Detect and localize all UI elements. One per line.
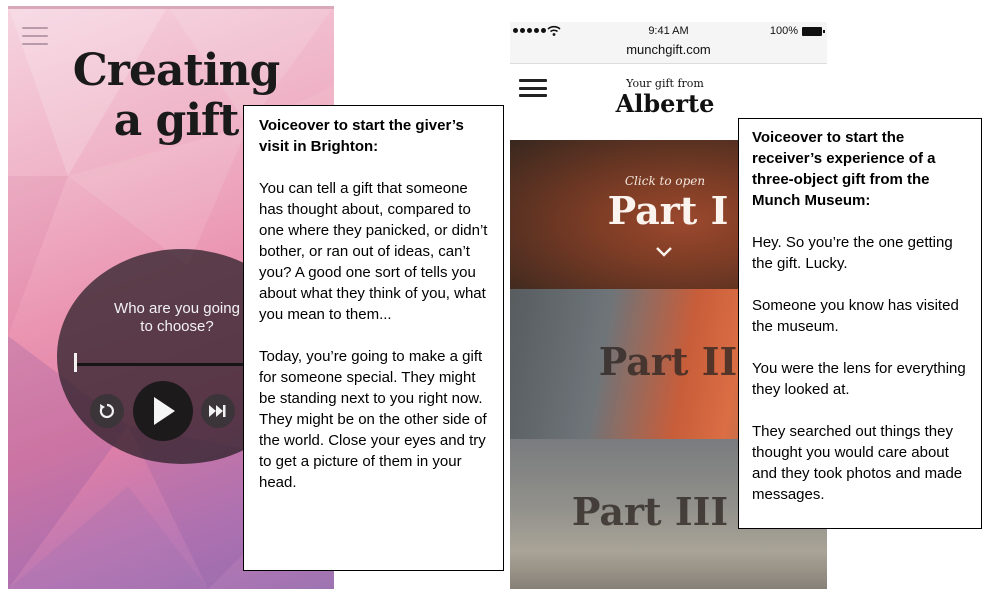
callout-paragraph: Someone you know has visited the museum. <box>752 297 959 335</box>
progress-track[interactable] <box>76 363 266 366</box>
chevron-down-icon[interactable] <box>655 246 673 258</box>
replay-button[interactable] <box>90 394 124 428</box>
callout-paragraph: You were the lens for everything they lo… <box>752 360 966 398</box>
callout-paragraph: Today, you’re going to make a gift for s… <box>259 348 487 491</box>
progress-scrubber[interactable] <box>74 353 77 372</box>
giver-voiceover-callout: Voiceover to start the giver’s visit in … <box>243 105 504 571</box>
callout-paragraph: You can tell a gift that someone has tho… <box>259 180 488 323</box>
callout-heading: Voiceover to start the receiver’s experi… <box>752 129 936 209</box>
click-to-open-hint: Click to open <box>624 174 706 188</box>
play-icon <box>154 397 175 425</box>
play-button[interactable] <box>133 381 193 441</box>
url-bar[interactable]: munchgift.com <box>510 42 827 64</box>
battery-icon <box>802 26 825 36</box>
callout-paragraph: They searched out things they thought yo… <box>752 423 963 503</box>
title-line-1: Creating <box>72 45 281 96</box>
giver-name: Alberte <box>615 89 715 118</box>
battery-percent: 100% <box>769 25 798 37</box>
hamburger-menu-icon[interactable] <box>519 79 547 97</box>
skip-forward-button[interactable] <box>201 394 235 428</box>
status-bar: 9:41 AM 100% <box>510 22 827 42</box>
callout-paragraph: Hey. So you’re the one getting the gift.… <box>752 234 953 272</box>
hamburger-menu-icon[interactable] <box>22 27 48 45</box>
part-label: Part III <box>571 489 729 534</box>
battery-status: 100% <box>769 25 825 37</box>
skip-forward-icon <box>209 405 226 417</box>
top-edge <box>8 6 334 9</box>
receiver-voiceover-callout: Voiceover to start the receiver’s experi… <box>738 118 982 529</box>
replay-icon <box>99 403 114 419</box>
callout-heading: Voiceover to start the giver’s visit in … <box>259 117 464 155</box>
